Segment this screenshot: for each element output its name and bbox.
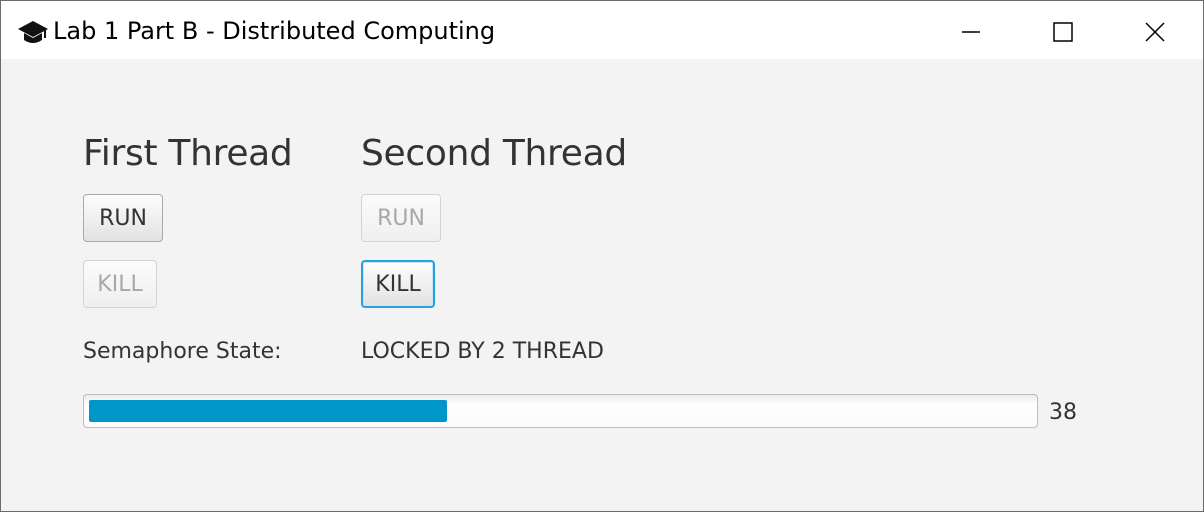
main-panel: First Thread Second Thread RUN KILL RUN … (1, 59, 1203, 511)
progress-bar (83, 394, 1038, 428)
second-thread-kill-button[interactable]: KILL (361, 260, 435, 308)
maximize-button[interactable] (1017, 1, 1109, 59)
progress-value: 38 (1049, 400, 1077, 425)
second-thread-run-button[interactable]: RUN (361, 194, 441, 242)
semaphore-state-label: Semaphore State: (83, 339, 282, 364)
close-icon (1145, 22, 1165, 42)
first-thread-kill-button[interactable]: KILL (83, 260, 157, 308)
progress-bar-fill (89, 400, 447, 422)
graduation-cap-icon (18, 21, 48, 43)
minimize-icon (962, 31, 980, 33)
window-title: Lab 1 Part B - Distributed Computing (53, 17, 496, 45)
first-thread-run-button[interactable]: RUN (83, 194, 163, 242)
maximize-icon (1053, 22, 1073, 42)
title-bar[interactable]: Lab 1 Part B - Distributed Computing (1, 1, 1203, 59)
second-thread-heading: Second Thread (361, 133, 627, 174)
first-thread-heading: First Thread (83, 133, 293, 174)
semaphore-state-value: LOCKED BY 2 THREAD (361, 339, 604, 364)
close-button[interactable] (1109, 1, 1201, 59)
minimize-button[interactable] (925, 1, 1017, 59)
app-window: Lab 1 Part B - Distributed Computing Fir… (0, 0, 1204, 512)
